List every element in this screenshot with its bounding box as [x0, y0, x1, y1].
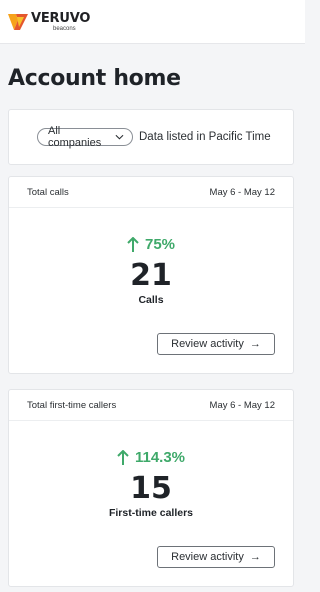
arrow-up-icon — [117, 450, 129, 465]
card-header: Total first-time callers May 6 - May 12 — [9, 390, 293, 421]
arrow-right-icon: → — [249, 338, 261, 350]
brand-sub: beacons — [53, 25, 76, 32]
chevron-down-icon — [115, 134, 124, 140]
metric-value: 15 — [130, 471, 172, 506]
card-title: Total calls — [27, 186, 69, 198]
company-select[interactable]: All companies — [37, 125, 133, 149]
filter-bar: All companies Data listed in Pacific Tim… — [8, 109, 294, 165]
veruvo-logo-icon — [8, 13, 28, 30]
arrow-up-icon — [127, 237, 139, 252]
metric-label: Calls — [138, 294, 164, 306]
metric-value: 21 — [130, 258, 172, 293]
veruvo-logo[interactable]: VERUVO beacons — [8, 12, 90, 32]
company-select-value: All companies — [48, 125, 102, 149]
change-percent: 75% — [144, 236, 176, 253]
date-range: May 6 - May 12 — [209, 186, 275, 198]
card-title: Total first-time callers — [27, 399, 117, 411]
total-calls-card: Total calls May 6 - May 12 75% 21 Calls … — [8, 176, 294, 374]
first-time-callers-card: Total first-time callers May 6 - May 12 … — [8, 389, 294, 587]
timezone-note: Data listed in Pacific Time — [139, 131, 271, 143]
date-range: May 6 - May 12 — [209, 399, 275, 411]
review-activity-button[interactable]: Review activity → — [157, 546, 275, 568]
change-indicator: 75% — [9, 236, 293, 253]
card-header: Total calls May 6 - May 12 — [9, 177, 293, 208]
change-percent: 114.3% — [134, 449, 186, 466]
review-activity-label: Review activity — [171, 338, 244, 350]
review-activity-button[interactable]: Review activity → — [157, 333, 275, 355]
change-indicator: 114.3% — [9, 449, 293, 466]
top-bar: VERUVO beacons — [0, 0, 305, 44]
arrow-right-icon: → — [249, 551, 261, 563]
review-activity-label: Review activity — [171, 551, 244, 563]
page-title: Account home — [8, 66, 181, 91]
metric-label: First-time callers — [108, 507, 194, 519]
brand-name: VERUVO — [31, 10, 91, 26]
